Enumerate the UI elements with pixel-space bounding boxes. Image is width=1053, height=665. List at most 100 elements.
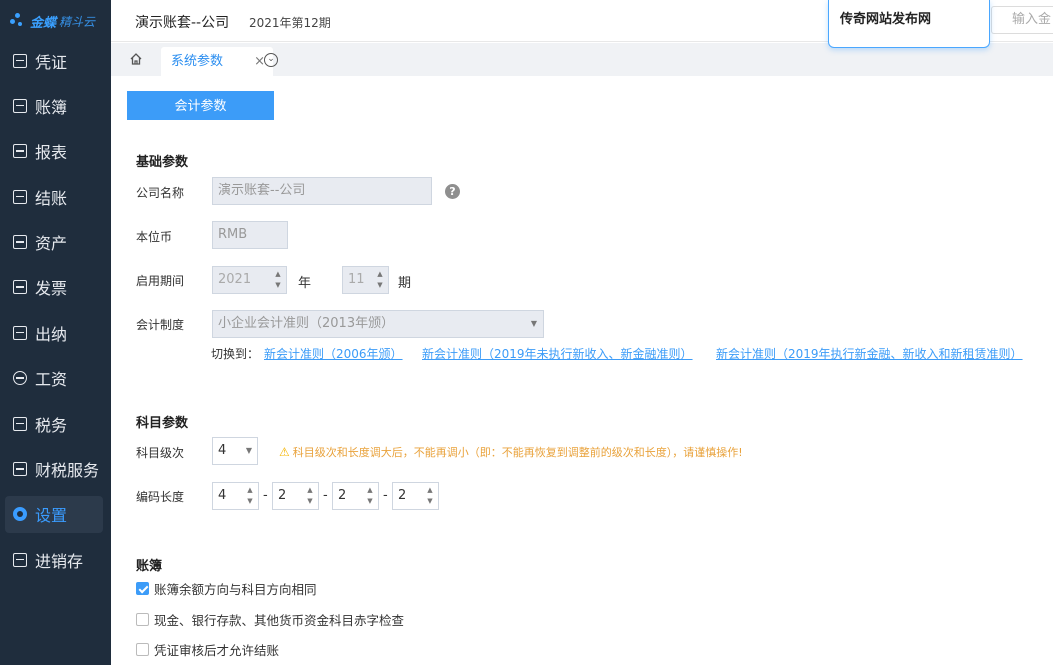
current-period: 2021年第12期 xyxy=(249,16,331,30)
accounting-system-select[interactable]: 小企业会计准则（2013年颁） ▼ xyxy=(212,310,544,338)
down-arrow-icon[interactable]: ▼ xyxy=(305,498,315,505)
code-length-stepper-4[interactable]: 2 ▲ ▼ xyxy=(392,482,439,510)
currency-label: 本位币 xyxy=(136,230,173,244)
ledger-option-audit-before-close[interactable]: 凭证审核后才允许结账 xyxy=(136,640,279,659)
sidebar-item-label: 设置 xyxy=(35,506,68,526)
separator: - xyxy=(383,488,388,503)
start-period-label: 启用期间 xyxy=(136,274,185,288)
down-arrow-icon[interactable]: ▼ xyxy=(365,498,375,505)
switch-to-label: 切换到： xyxy=(211,347,260,361)
account-name[interactable]: 演示账套--公司 xyxy=(135,12,229,32)
search-input[interactable]: 输入金 xyxy=(991,6,1053,34)
sidebar-item-label: 凭证 xyxy=(35,52,68,72)
sidebar-item-voucher[interactable]: 凭证 xyxy=(5,42,103,79)
sidebar-item-closing[interactable]: 结账 xyxy=(5,178,103,215)
sidebar-item-inventory[interactable]: 进销存 xyxy=(5,541,103,578)
up-arrow-icon[interactable]: ▲ xyxy=(425,487,435,494)
separator: - xyxy=(323,488,328,503)
subject-level-value: 4 xyxy=(218,443,227,458)
sidebar-item-asset[interactable]: 资产 xyxy=(5,224,103,261)
up-arrow-icon[interactable]: ▲ xyxy=(365,487,375,494)
inventory-icon xyxy=(13,552,27,567)
section-subject-title: 科目参数 xyxy=(136,416,189,431)
up-arrow-icon[interactable]: ▲ xyxy=(375,271,385,278)
warning-icon: ⚠ xyxy=(279,445,290,459)
option-label: 现金、银行存款、其他货币资金科目赤字检查 xyxy=(154,613,405,628)
ledger-icon xyxy=(13,98,27,113)
sidebar-item-label: 税务 xyxy=(35,415,68,435)
salary-icon xyxy=(13,371,27,386)
accounting-params-button[interactable]: 会计参数 xyxy=(127,91,274,120)
sidebar-item-salary[interactable]: 工资 xyxy=(5,360,103,397)
brand-product: 精斗云 xyxy=(59,14,96,29)
help-icon[interactable]: ? xyxy=(445,184,460,199)
accounting-system-label: 会计制度 xyxy=(136,318,185,332)
code-length-value: 4 xyxy=(218,488,227,503)
section-ledger-title: 账簿 xyxy=(136,559,163,574)
month-stepper[interactable]: 11 ▲ ▼ xyxy=(342,266,389,294)
sidebar-item-tax[interactable]: 税务 xyxy=(5,405,103,442)
sidebar-item-service[interactable]: 财税服务 xyxy=(5,451,103,488)
warning-text: 科目级次和长度调大后，不能再调小（即：不能再恢复到调整前的级次和长度），请谨慎操… xyxy=(292,446,743,459)
closing-icon xyxy=(13,189,27,204)
sidebar-item-report[interactable]: 报表 xyxy=(5,133,103,170)
down-arrow-icon[interactable]: ▼ xyxy=(245,498,255,505)
chevron-down-icon[interactable]: ⌄ xyxy=(264,53,278,67)
warning-message: ⚠ 科目级次和长度调大后，不能再调小（即：不能再恢复到调整前的级次和长度），请谨慎… xyxy=(279,444,743,460)
up-arrow-icon[interactable]: ▲ xyxy=(245,487,255,494)
section-basic-title: 基础参数 xyxy=(136,155,189,170)
subject-level-label: 科目级次 xyxy=(136,446,185,460)
checkbox-checked[interactable] xyxy=(136,582,149,595)
switch-link-2006[interactable]: 新会计准则（2006年颁） xyxy=(264,345,403,362)
popup-text: 传奇网站发布网 xyxy=(840,12,932,27)
month-value: 11 xyxy=(348,272,365,287)
sidebar-item-cashier[interactable]: 出纳 xyxy=(5,314,103,351)
option-label: 账簿余额方向与科目方向相同 xyxy=(154,582,317,597)
tab-label: 系统参数 xyxy=(171,54,224,69)
year-stepper[interactable]: 2021 ▲ ▼ xyxy=(212,266,287,294)
sidebar-item-label: 报表 xyxy=(35,143,68,163)
code-length-value: 2 xyxy=(338,488,347,503)
currency-field: RMB xyxy=(212,221,288,249)
down-arrow-icon[interactable]: ▼ xyxy=(273,282,283,289)
sidebar-item-label: 工资 xyxy=(35,370,68,390)
checkbox-unchecked[interactable] xyxy=(136,613,149,626)
sidebar-item-label: 账簿 xyxy=(35,97,68,117)
up-arrow-icon[interactable]: ▲ xyxy=(305,487,315,494)
invoice-icon xyxy=(13,280,27,295)
sidebar-item-invoice[interactable]: 发票 xyxy=(5,269,103,306)
down-arrow-icon[interactable]: ▼ xyxy=(425,498,435,505)
code-length-value: 2 xyxy=(398,488,407,503)
tab-system-params[interactable]: 系统参数 × xyxy=(161,47,273,76)
switch-link-2019-old[interactable]: 新会计准则（2019年未执行新收入、新金融准则） xyxy=(422,345,693,362)
ledger-option-deficit-check[interactable]: 现金、银行存款、其他货币资金科目赤字检查 xyxy=(136,610,404,629)
home-icon[interactable] xyxy=(129,52,143,66)
sidebar-item-label: 发票 xyxy=(35,279,68,299)
sidebar-item-label: 进销存 xyxy=(35,551,84,571)
company-name-field[interactable]: 演示账套--公司 xyxy=(212,177,432,205)
tax-icon xyxy=(13,416,27,431)
separator: - xyxy=(263,488,268,503)
option-label: 凭证审核后才允许结账 xyxy=(154,643,280,658)
year-unit: 年 xyxy=(298,276,312,291)
up-arrow-icon[interactable]: ▲ xyxy=(273,271,283,278)
voucher-icon xyxy=(13,53,27,68)
code-length-label: 编码长度 xyxy=(136,490,185,504)
switch-link-2019-new[interactable]: 新会计准则（2019年执行新金融、新收入和新租赁准则） xyxy=(716,345,1023,362)
sidebar-item-label: 财税服务 xyxy=(35,461,100,481)
code-length-stepper-3[interactable]: 2 ▲ ▼ xyxy=(332,482,379,510)
down-arrow-icon[interactable]: ▼ xyxy=(375,282,385,289)
code-length-value: 2 xyxy=(278,488,287,503)
subject-level-select[interactable]: 4 ▼ xyxy=(212,437,258,465)
sidebar-item-label: 结账 xyxy=(35,188,68,208)
code-length-stepper-1[interactable]: 4 ▲ ▼ xyxy=(212,482,259,510)
checkbox-unchecked[interactable] xyxy=(136,643,149,656)
brand-logo[interactable]: 金蝶 精斗云 xyxy=(10,10,95,32)
ledger-option-balance-direction[interactable]: 账簿余额方向与科目方向相同 xyxy=(136,579,317,598)
popup-panel: 传奇网站发布网 xyxy=(828,0,990,48)
code-length-stepper-2[interactable]: 2 ▲ ▼ xyxy=(272,482,319,510)
month-unit: 期 xyxy=(398,276,412,291)
sidebar-item-ledger[interactable]: 账簿 xyxy=(5,87,103,124)
sidebar-item-settings[interactable]: 设置 xyxy=(5,495,103,533)
sidebar-nav: 凭证 账簿 报表 结账 资产 发票 出纳 工资 税务 财税服务 设置 进销存 xyxy=(5,42,103,587)
